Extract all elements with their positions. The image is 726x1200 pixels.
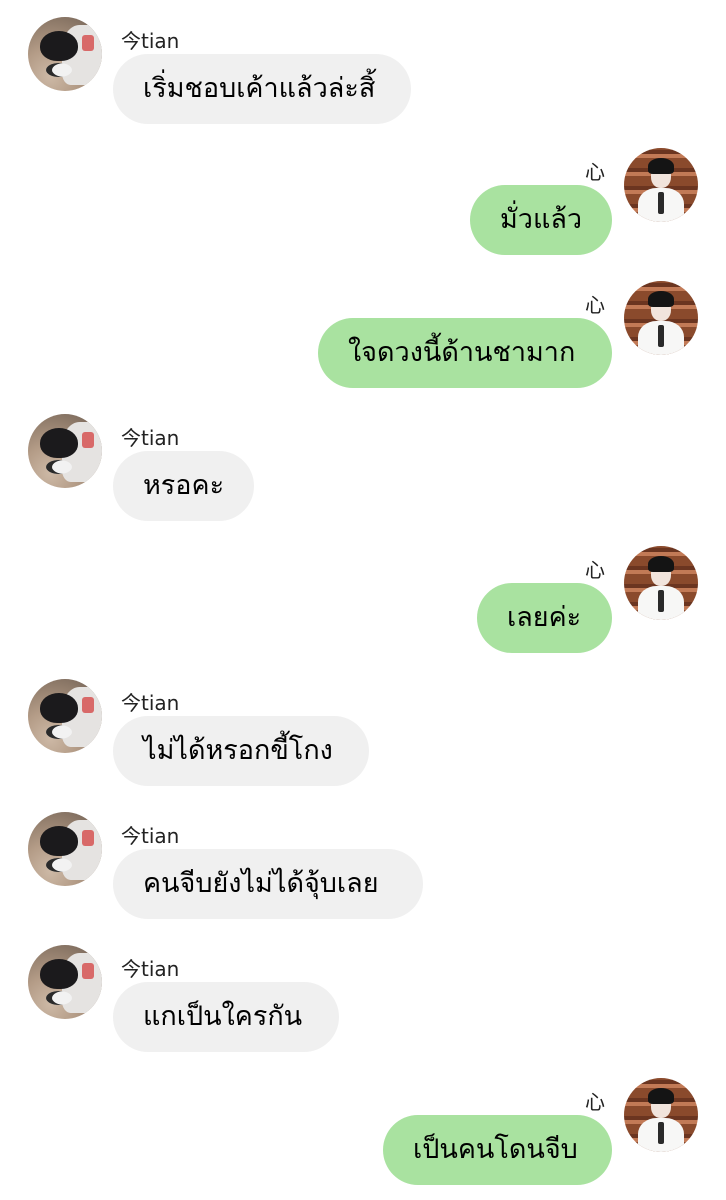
- sender-name: 心: [585, 558, 605, 582]
- avatar-tian[interactable]: [28, 17, 102, 91]
- chat-thread: 今tian เริ่มชอบเค้าแล้วล่ะสิ้ 心 มั่วแล้ว …: [0, 0, 726, 1200]
- sender-name: 今tian: [121, 957, 180, 981]
- avatar-xin[interactable]: [624, 546, 698, 620]
- message-bubble[interactable]: เป็นคนโดนจีบ: [383, 1115, 612, 1185]
- message-bubble[interactable]: เลยค่ะ: [477, 583, 612, 653]
- avatar-tian[interactable]: [28, 812, 102, 886]
- sender-name: 今tian: [121, 691, 180, 715]
- message-bubble[interactable]: ใจดวงนี้ด้านชามาก: [318, 318, 612, 388]
- message-bubble[interactable]: ไม่ได้หรอกขี้โกง: [113, 716, 369, 786]
- avatar-tian[interactable]: [28, 414, 102, 488]
- message-bubble[interactable]: หรอคะ: [113, 451, 254, 521]
- sender-name: 今tian: [121, 426, 180, 450]
- avatar-xin[interactable]: [624, 148, 698, 222]
- sender-name: 心: [585, 293, 605, 317]
- message-bubble[interactable]: แกเป็นใครกัน: [113, 982, 339, 1052]
- avatar-tian[interactable]: [28, 679, 102, 753]
- sender-name: 今tian: [121, 29, 180, 53]
- sender-name: 今tian: [121, 824, 180, 848]
- sender-name: 心: [585, 1090, 605, 1114]
- sender-name: 心: [585, 160, 605, 184]
- message-bubble[interactable]: คนจีบยังไม่ได้จุ้บเลย: [113, 849, 423, 919]
- avatar-xin[interactable]: [624, 1078, 698, 1152]
- avatar-tian[interactable]: [28, 945, 102, 1019]
- message-bubble[interactable]: เริ่มชอบเค้าแล้วล่ะสิ้: [113, 54, 411, 124]
- message-bubble[interactable]: มั่วแล้ว: [470, 185, 612, 255]
- avatar-xin[interactable]: [624, 281, 698, 355]
